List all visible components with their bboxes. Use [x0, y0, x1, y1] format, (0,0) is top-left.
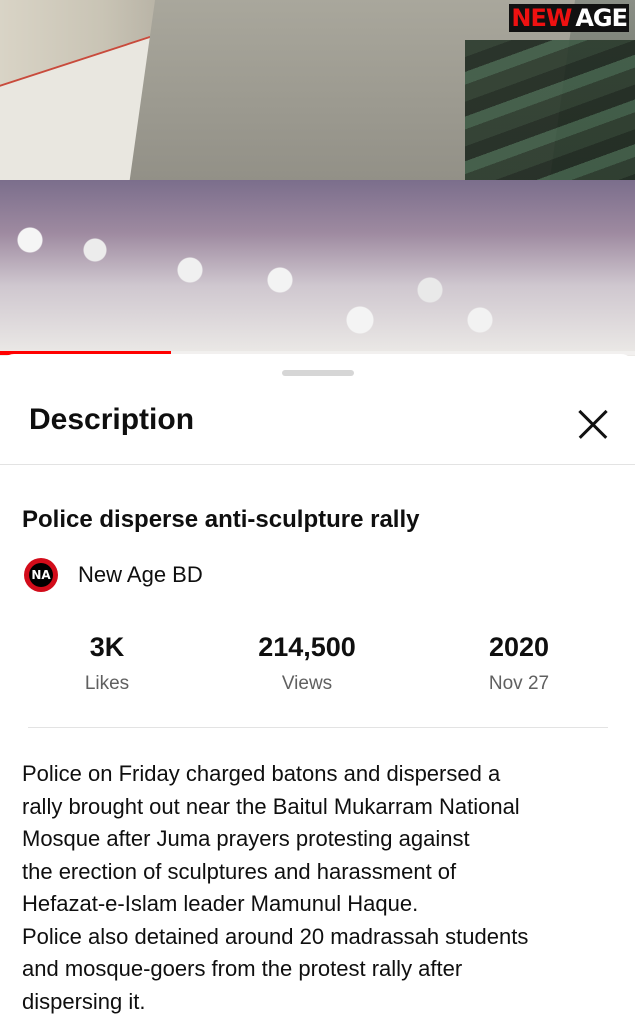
stats-row: 3K Likes 214,500 Views 2020 Nov 27: [0, 632, 635, 702]
description-line: dispersing it.: [22, 988, 146, 1014]
stat-year-value: 2020: [488, 632, 550, 662]
channel-avatar-text: NA: [29, 563, 53, 587]
sheet-header: Description: [0, 384, 635, 465]
stat-likes: 3K Likes: [27, 632, 187, 695]
description-line: Police also detained around 20 madrassah…: [22, 923, 529, 949]
description-line: Mosque after Juma prayers protesting aga…: [22, 826, 470, 851]
divider: [28, 727, 608, 728]
channel-row[interactable]: NA New Age BD: [24, 558, 203, 592]
stat-likes-value: 3K: [89, 632, 125, 662]
stat-views: 214,500 Views: [227, 632, 387, 695]
description-sheet: Description Police disperse anti-sculptu…: [0, 354, 635, 1024]
description-line: the erection of sculptures and harassmen…: [22, 858, 457, 884]
description-line: Police on Friday charged batons and disp…: [22, 761, 501, 786]
sheet-title: Description: [29, 403, 195, 436]
description-text: Police on Friday charged batons and disp…: [22, 758, 622, 1018]
stat-date: 2020 Nov 27: [439, 632, 599, 695]
stat-likes-label: Likes: [84, 673, 130, 694]
description-line: and mosque-goers from the protest rally …: [22, 956, 463, 981]
close-icon[interactable]: [570, 402, 614, 446]
channel-watermark-logo: NEW AGE: [509, 4, 629, 32]
stat-views-label: Views: [281, 673, 333, 694]
drag-handle[interactable]: [282, 370, 354, 376]
video-player[interactable]: NEW AGE: [0, 0, 635, 356]
channel-avatar[interactable]: NA: [24, 558, 58, 592]
video-title: Police disperse anti-sculpture rally: [22, 506, 420, 533]
description-line: rally brought out near the Baitul Mukarr…: [22, 793, 520, 819]
stat-views-value: 214,500: [258, 632, 356, 662]
video-frame-crowd: [0, 180, 635, 356]
stat-date-label: Nov 27: [488, 673, 550, 694]
channel-name[interactable]: New Age BD: [78, 562, 203, 588]
description-line: Hefazat-e-Islam leader Mamunul Haque.: [22, 891, 419, 916]
